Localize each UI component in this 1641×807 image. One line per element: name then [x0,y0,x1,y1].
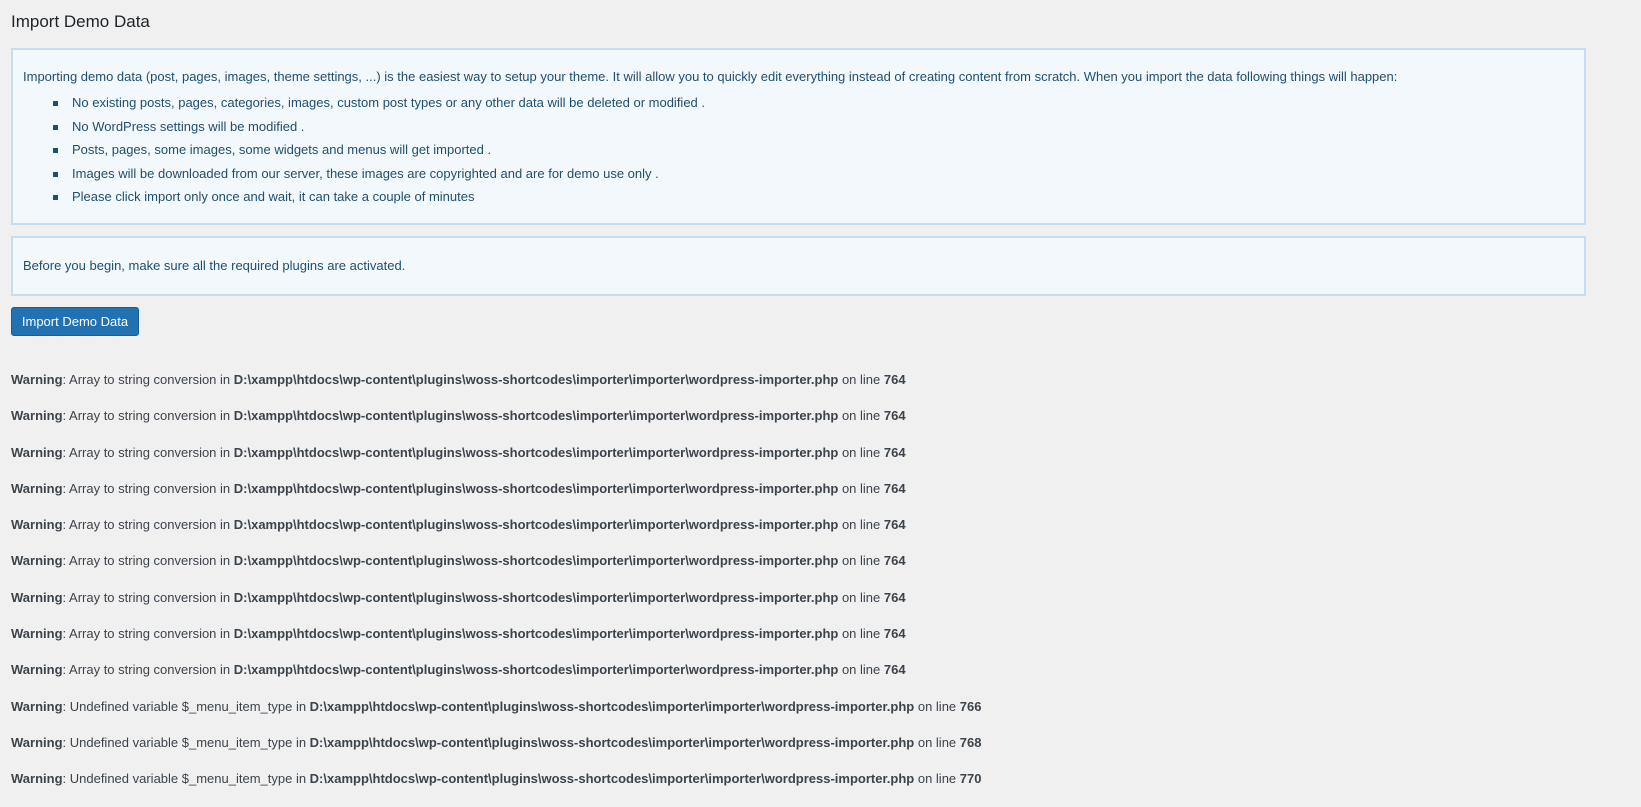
list-item: No WordPress settings will be modified . [43,115,1574,139]
warning-message: : Undefined variable $_menu_item_type in [62,698,310,714]
warning-message: : Array to string conversion in [62,553,234,569]
warning-row: Warning: Array to string conversion in D… [11,507,1641,543]
warning-label: Warning [11,626,63,642]
warning-message: : Array to string conversion in [62,589,234,605]
warning-line-number: 764 [883,408,906,424]
warning-message: : Array to string conversion in [62,408,234,424]
warning-label: Warning [11,372,63,387]
warning-on-line-text: on line [838,626,884,642]
warning-label: Warning [11,698,63,714]
import-demo-data-button[interactable]: Import Demo Data [11,307,139,336]
warning-label: Warning [11,517,63,533]
warning-label: Warning [11,589,63,605]
warning-line-number: 764 [883,626,906,642]
warning-line-number: 764 [883,517,906,533]
warning-row: Warning: Undefined variable $_menu_item_… [11,761,1641,797]
warning-file-path: D:\xampp\htdocs\wp-content\plugins\woss-… [233,589,839,605]
list-item: Images will be downloaded from our serve… [43,162,1574,186]
warning-on-line-text: on line [838,408,884,424]
warning-line-number: 764 [883,589,906,605]
warning-row: Warning: Array to string conversion in D… [11,471,1641,507]
warning-file-path: D:\xampp\htdocs\wp-content\plugins\woss-… [309,771,915,787]
warning-on-line-text: on line [838,589,884,605]
warning-message: : Array to string conversion in [62,662,234,678]
warning-row: Warning: Undefined variable $_menu_item_… [11,689,1641,725]
list-item-text: Images will be downloaded from our serve… [72,165,659,181]
warning-label: Warning [11,771,63,787]
import-demo-page: Import Demo Data Importing demo data (po… [0,0,1641,798]
warning-on-line-text: on line [914,698,960,714]
warning-message: : Array to string conversion in [62,444,234,460]
warning-on-line-text: on line [838,444,884,460]
warning-line-number: 764 [883,372,906,387]
square-bullet-icon [53,101,58,106]
warning-message: : Array to string conversion in [62,480,234,496]
warning-row: Warning: Array to string conversion in D… [11,435,1641,471]
intro-list: No existing posts, pages, categories, im… [23,91,1574,209]
warning-line-number: 764 [883,662,906,678]
list-item: Posts, pages, some images, some widgets … [43,138,1574,162]
warning-label: Warning [11,734,63,750]
square-bullet-icon [53,148,58,153]
warning-file-path: D:\xampp\htdocs\wp-content\plugins\woss-… [309,698,915,714]
required-plugins-notice: Before you begin, make sure all the requ… [11,236,1586,296]
php-warnings-list: Warning: Array to string conversion in D… [11,362,1641,798]
warning-on-line-text: on line [838,517,884,533]
warning-line-number: 770 [959,771,982,787]
warning-label: Warning [11,662,63,678]
warning-on-line-text: on line [914,734,960,750]
warning-file-path: D:\xampp\htdocs\wp-content\plugins\woss-… [309,734,915,750]
warning-file-path: D:\xampp\htdocs\wp-content\plugins\woss-… [233,517,839,533]
warning-on-line-text: on line [838,480,884,496]
square-bullet-icon [53,195,58,200]
warning-line-number: 766 [959,698,982,714]
square-bullet-icon [53,171,58,177]
warning-file-path: D:\xampp\htdocs\wp-content\plugins\woss-… [233,444,839,460]
square-bullet-icon [53,124,58,130]
list-item-text: Posts, pages, some images, some widgets … [72,142,492,157]
page-title: Import Demo Data [11,12,150,31]
warning-row: Warning: Array to string conversion in D… [11,580,1641,616]
warning-on-line-text: on line [838,662,884,678]
warning-line-number: 764 [883,553,906,569]
list-item-text: Please click import only once and wait, … [72,189,475,204]
warning-line-number: 764 [883,480,906,496]
warning-row: Warning: Array to string conversion in D… [11,543,1641,579]
warning-label: Warning [11,480,63,496]
list-item: No existing posts, pages, categories, im… [43,91,1574,115]
warning-label: Warning [11,444,63,460]
warning-row: Warning: Array to string conversion in D… [11,652,1641,688]
warning-message: : Undefined variable $_menu_item_type in [62,771,310,787]
warning-line-number: 764 [883,444,906,460]
intro-notice: Importing demo data (post, pages, images… [11,48,1586,225]
warning-on-line-text: on line [838,553,884,569]
warning-message: : Array to string conversion in [62,372,234,387]
intro-paragraph: Importing demo data (post, pages, images… [23,69,1398,84]
warning-on-line-text: on line [838,372,884,387]
warning-file-path: D:\xampp\htdocs\wp-content\plugins\woss-… [233,480,839,496]
warning-row: Warning: Array to string conversion in D… [11,398,1641,434]
warning-message: : Undefined variable $_menu_item_type in [62,734,310,750]
warning-on-line-text: on line [914,771,960,787]
warning-row: Warning: Undefined variable $_menu_item_… [11,725,1641,761]
list-item-text: No existing posts, pages, categories, im… [72,95,706,110]
list-item: Please click import only once and wait, … [43,185,1574,209]
warning-message: : Array to string conversion in [62,517,234,533]
list-item-text: No WordPress settings will be modified . [72,118,305,134]
warning-row: Warning: Array to string conversion in D… [11,362,1641,398]
warning-line-number: 768 [959,734,982,750]
warning-row: Warning: Array to string conversion in D… [11,616,1641,652]
warning-file-path: D:\xampp\htdocs\wp-content\plugins\woss-… [233,408,839,424]
warning-message: : Array to string conversion in [62,626,234,642]
warning-file-path: D:\xampp\htdocs\wp-content\plugins\woss-… [233,553,839,569]
warning-file-path: D:\xampp\htdocs\wp-content\plugins\woss-… [233,626,839,642]
warning-label: Warning [11,408,63,424]
required-plugins-text: Before you begin, make sure all the requ… [23,258,406,273]
warning-file-path: D:\xampp\htdocs\wp-content\plugins\woss-… [233,662,839,678]
warning-file-path: D:\xampp\htdocs\wp-content\plugins\woss-… [233,372,839,387]
warning-label: Warning [11,553,63,569]
